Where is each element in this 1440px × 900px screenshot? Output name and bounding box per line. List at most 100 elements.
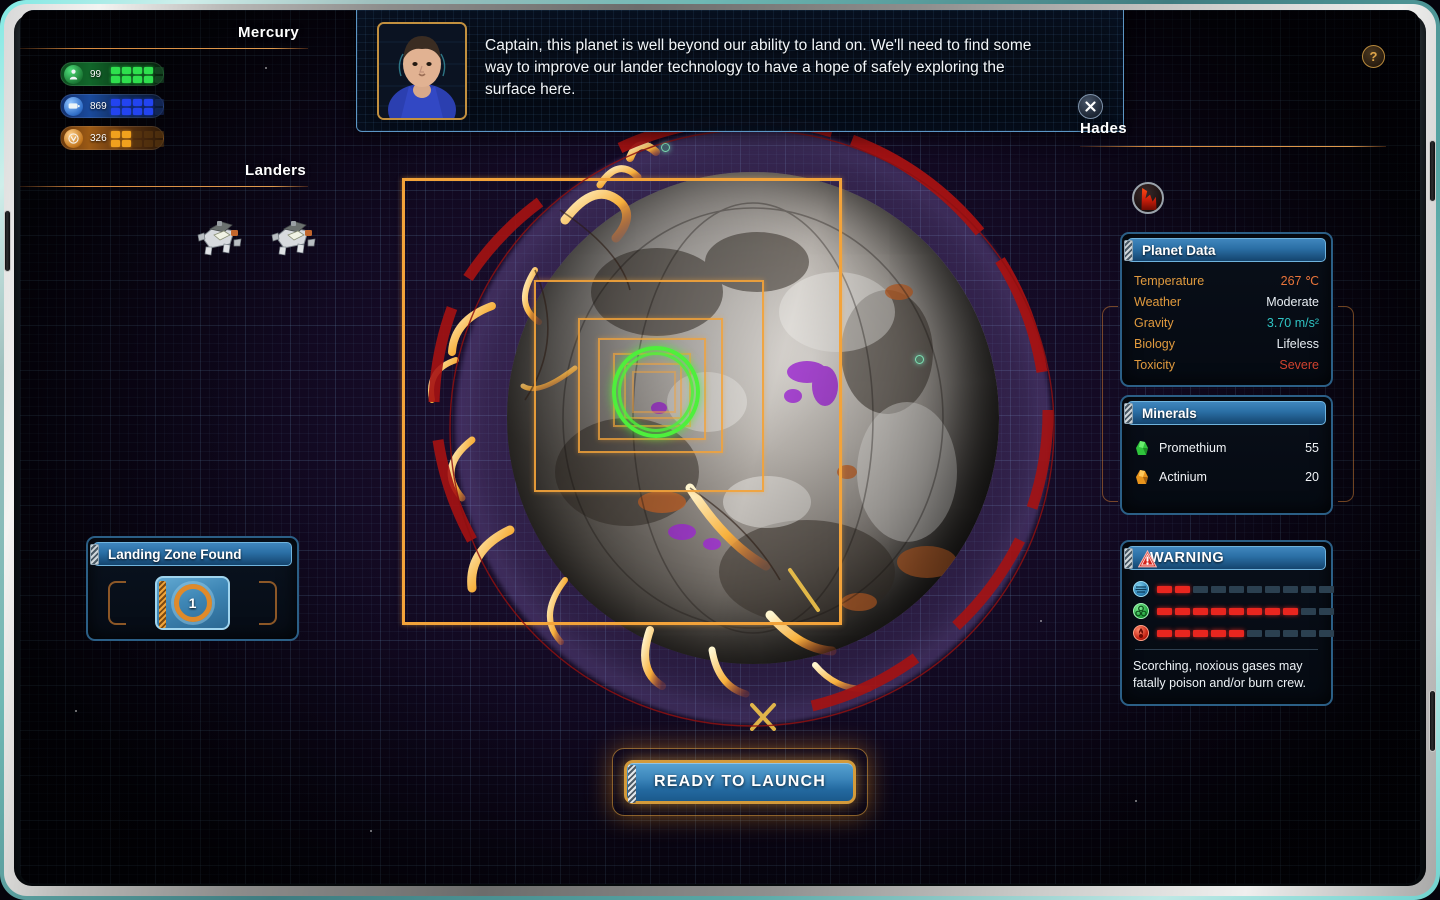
lander-ship[interactable]: [190, 207, 246, 259]
planet-data-row-biology: Biology Lifeless: [1134, 333, 1319, 354]
population-icon: [64, 64, 83, 84]
warning-header: WARNING: [1124, 546, 1326, 570]
launch-button-label: READY TO LAUNCH: [653, 773, 827, 790]
atmosphere-bar-track: [1157, 585, 1334, 593]
tile-hatch-decoration: [159, 580, 166, 628]
planet-info-panel: ? Hades Planet Data Temperature 267 ℃ We…: [1080, 10, 1400, 884]
scan-blip[interactable]: [915, 355, 924, 364]
landing-zone-title: Landing Zone Found: [108, 546, 242, 562]
planet-data-rows: Temperature 267 ℃ Weather Moderate Gravi…: [1122, 262, 1331, 385]
lava-planet-icon: [1132, 182, 1164, 214]
scan-blip[interactable]: [661, 143, 670, 152]
landers-section-rule: [20, 186, 308, 187]
fuel-icon: [64, 96, 83, 116]
star: [265, 67, 267, 69]
landing-zone-ring-icon: 1: [173, 583, 212, 622]
mineral-row-actinium: Actinium 20: [1134, 462, 1319, 491]
resource-row-credits[interactable]: 326: [60, 126, 164, 150]
warning-title: WARNING: [1150, 550, 1225, 566]
resource-pips-fuel: [111, 99, 164, 115]
warning-body: Scorching, noxious gases may fatally poi…: [1122, 570, 1334, 704]
minerals-title: Minerals: [1142, 405, 1197, 421]
row-value: Moderate: [1266, 294, 1319, 309]
panel-bracket-right: [1338, 306, 1354, 502]
planet-data-row-gravity: Gravity 3.70 m/s²: [1134, 312, 1319, 333]
row-key: Weather: [1134, 294, 1182, 309]
atmosphere-icon: [1133, 581, 1149, 597]
minerals-card: Minerals Promethium 55 Actinium 20: [1120, 395, 1333, 515]
row-key: Toxicity: [1134, 357, 1175, 372]
biohazard-bar-track: [1157, 607, 1334, 615]
lander-list: [190, 207, 320, 259]
ready-to-launch-button[interactable]: READY TO LAUNCH: [624, 760, 856, 804]
row-value: Lifeless: [1276, 336, 1319, 351]
minerals-rows: Promethium 55 Actinium 20: [1122, 425, 1331, 513]
minerals-header: Minerals: [1124, 401, 1326, 425]
planet-data-row-temperature: Temperature 267 ℃: [1134, 270, 1319, 291]
landing-zone-panel: Landing Zone Found 1: [86, 536, 299, 641]
resource-row-fuel[interactable]: 869: [60, 94, 164, 118]
help-question-mark-icon[interactable]: ?: [1362, 45, 1385, 68]
mineral-name: Promethium: [1159, 440, 1227, 455]
warning-divider: [1135, 649, 1318, 650]
planet-data-title: Planet Data: [1142, 242, 1216, 258]
officer-portrait: [377, 22, 467, 120]
header-hatch-decoration: [1124, 403, 1133, 424]
landing-zone-number: 1: [188, 594, 197, 611]
landing-zone-bracket-left: [108, 580, 126, 625]
landing-zone-bracket-right: [259, 580, 277, 625]
row-value: 267 ℃: [1280, 274, 1319, 288]
frame-rail-left: [4, 210, 11, 272]
planet-data-card: Planet Data Temperature 267 ℃ Weather Mo…: [1120, 232, 1333, 387]
planet-name-title: Hades: [1080, 120, 1128, 137]
lava-icon-shape: [1141, 188, 1157, 210]
screen-viewport: Mercury 99 869 326 Landers Landing Zone …: [20, 10, 1420, 884]
resource-value-credits: 326: [90, 132, 107, 144]
resource-list: 99 869 326: [60, 62, 164, 158]
mineral-amount: 55: [1305, 440, 1319, 455]
header-hatch-decoration: [1124, 548, 1133, 569]
warning-meter-biohazard: [1133, 602, 1334, 620]
mineral-amount: 20: [1305, 469, 1319, 484]
mineral-name: Actinium: [1159, 469, 1207, 484]
biohazard-icon: [1133, 603, 1149, 619]
landers-section-title: Landers: [245, 162, 307, 179]
planet-data-row-toxicity: Toxicity Severe: [1134, 354, 1319, 375]
resource-value-fuel: 869: [90, 100, 107, 112]
row-key: Biology: [1134, 336, 1175, 351]
warning-meter-atmosphere: [1133, 580, 1334, 598]
resource-row-population[interactable]: 99: [60, 62, 164, 86]
warning-meter-temperature: [1133, 624, 1334, 642]
landing-zone-tile[interactable]: 1: [155, 575, 230, 630]
planet-name-rule: [1080, 146, 1386, 147]
launch-hatch-decoration: [628, 765, 636, 803]
row-value: Severe: [1279, 357, 1319, 372]
planet-data-header: Planet Data: [1124, 238, 1326, 262]
row-value: 3.70 m/s²: [1266, 315, 1319, 330]
star: [370, 830, 372, 832]
landing-zone-header: Landing Zone Found: [90, 542, 292, 566]
planet-data-row-weather: Weather Moderate: [1134, 291, 1319, 312]
panel-bracket-left: [1102, 306, 1118, 502]
frame-rail-right-top: [1429, 140, 1436, 202]
resource-pips-credits: [111, 131, 164, 147]
credits-icon: [64, 128, 83, 148]
left-section-rule: [20, 48, 308, 49]
mineral-row-promethium: Promethium 55: [1134, 433, 1319, 462]
header-hatch-decoration: [90, 544, 99, 565]
resource-pips-population: [111, 67, 164, 83]
landing-target-circle-inner: [618, 352, 694, 432]
green-crystal-icon: [1134, 439, 1151, 456]
warning-card: WARNING Scorching, noxious gases may fat…: [1120, 540, 1334, 706]
launch-button-group: READY TO LAUNCH: [612, 748, 868, 816]
warning-triangle-icon: [1137, 549, 1158, 568]
warning-description: Scorching, noxious gases may fatally poi…: [1133, 659, 1307, 690]
star: [75, 710, 77, 712]
lander-ship[interactable]: [264, 207, 320, 259]
landing-zone-body: 1: [88, 566, 297, 639]
left-section-title: Mercury: [238, 24, 300, 41]
row-key: Gravity: [1134, 315, 1174, 330]
row-key: Temperature: [1134, 273, 1205, 288]
dialog-message: Captain, this planet is well beyond our …: [485, 37, 1032, 98]
resource-value-population: 99: [90, 68, 102, 80]
